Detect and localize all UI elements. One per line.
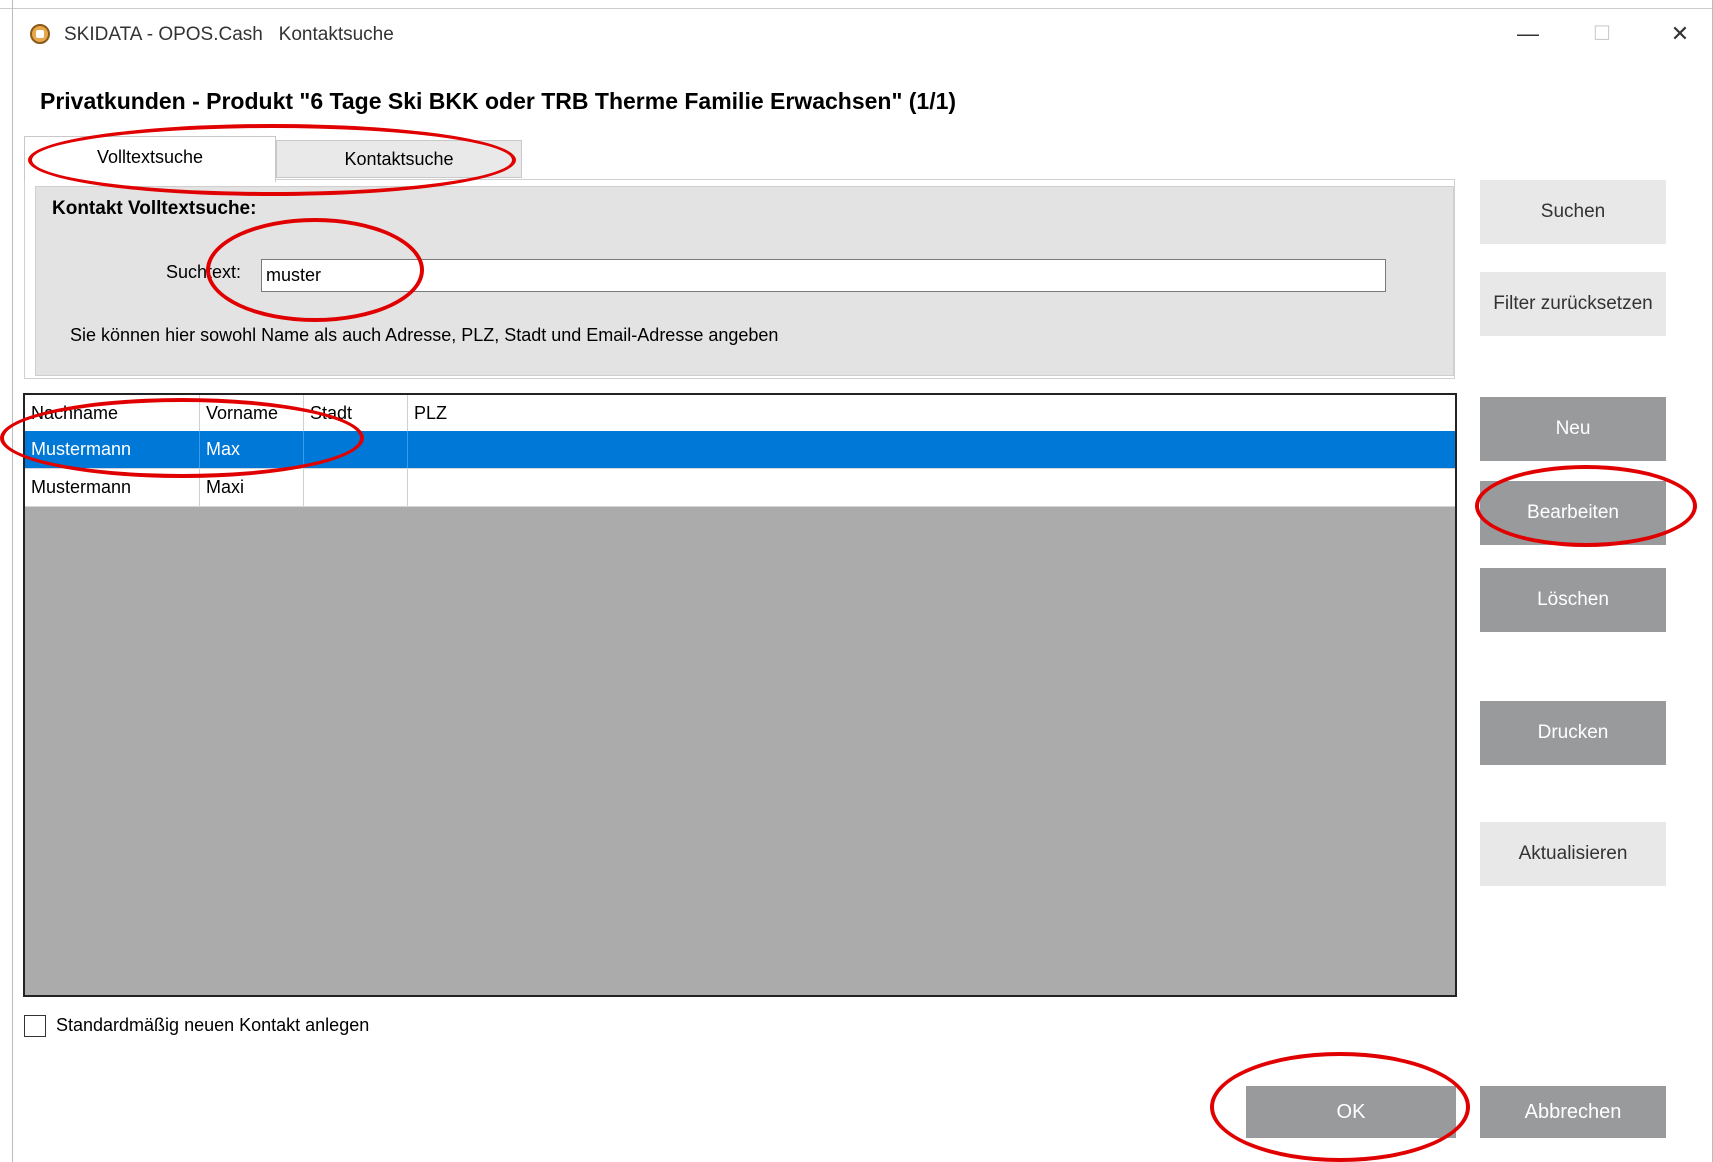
print-button[interactable]: Drucken <box>1480 701 1666 765</box>
edit-button[interactable]: Bearbeiten <box>1480 481 1666 545</box>
table-row[interactable]: Mustermann Maxi <box>25 469 1455 507</box>
window-top-edge <box>0 8 1713 9</box>
tab-kontaktsuche[interactable]: Kontaktsuche <box>276 140 522 178</box>
new-button[interactable]: Neu <box>1480 397 1666 461</box>
column-header-vorname[interactable]: Vorname <box>200 395 304 431</box>
table-row[interactable]: Mustermann Max <box>25 431 1455 469</box>
section-title: Kontakt Volltextsuche: <box>52 198 257 219</box>
tab-volltextsuche[interactable]: Volltextsuche <box>24 136 276 182</box>
search-button[interactable]: Suchen <box>1480 180 1666 244</box>
window-title: SKIDATA - OPOS.Cash Kontaktsuche <box>64 24 394 45</box>
column-header-plz[interactable]: PLZ <box>408 395 1455 431</box>
cell-stadt <box>304 469 408 506</box>
maximize-icon[interactable]: ☐ <box>1582 18 1622 50</box>
default-new-contact-label[interactable]: Standardmäßig neuen Kontakt anlegen <box>56 1015 369 1036</box>
cell-vorname: Max <box>200 431 304 468</box>
app-logo-icon <box>30 24 50 44</box>
search-hint: Sie können hier sowohl Name als auch Adr… <box>70 325 779 345</box>
reset-filter-button[interactable]: Filter zurücksetzen <box>1480 272 1666 336</box>
default-new-contact-checkbox[interactable] <box>24 1015 46 1037</box>
cell-plz <box>408 431 1455 468</box>
cancel-button[interactable]: Abbrechen <box>1480 1086 1666 1138</box>
column-header-stadt[interactable]: Stadt <box>304 395 408 431</box>
cell-nachname: Mustermann <box>25 431 200 468</box>
cell-vorname: Maxi <box>200 469 304 506</box>
ok-button[interactable]: OK <box>1246 1086 1456 1138</box>
contacts-grid[interactable]: Nachname Vorname Stadt PLZ Mustermann Ma… <box>23 393 1457 997</box>
cell-plz <box>408 469 1455 506</box>
grid-header: Nachname Vorname Stadt PLZ <box>25 395 1455 431</box>
search-input[interactable] <box>261 259 1386 292</box>
cell-stadt <box>304 431 408 468</box>
delete-button[interactable]: Löschen <box>1480 568 1666 632</box>
window-border-left <box>12 0 13 1162</box>
page-title: Privatkunden - Produkt "6 Tage Ski BKK o… <box>40 88 957 114</box>
refresh-button[interactable]: Aktualisieren <box>1480 822 1666 886</box>
cell-nachname: Mustermann <box>25 469 200 506</box>
close-icon[interactable]: ✕ <box>1660 18 1700 50</box>
minimize-icon[interactable]: — <box>1508 18 1548 50</box>
search-label: Suchtext: <box>166 262 242 282</box>
column-header-nachname[interactable]: Nachname <box>25 395 200 431</box>
